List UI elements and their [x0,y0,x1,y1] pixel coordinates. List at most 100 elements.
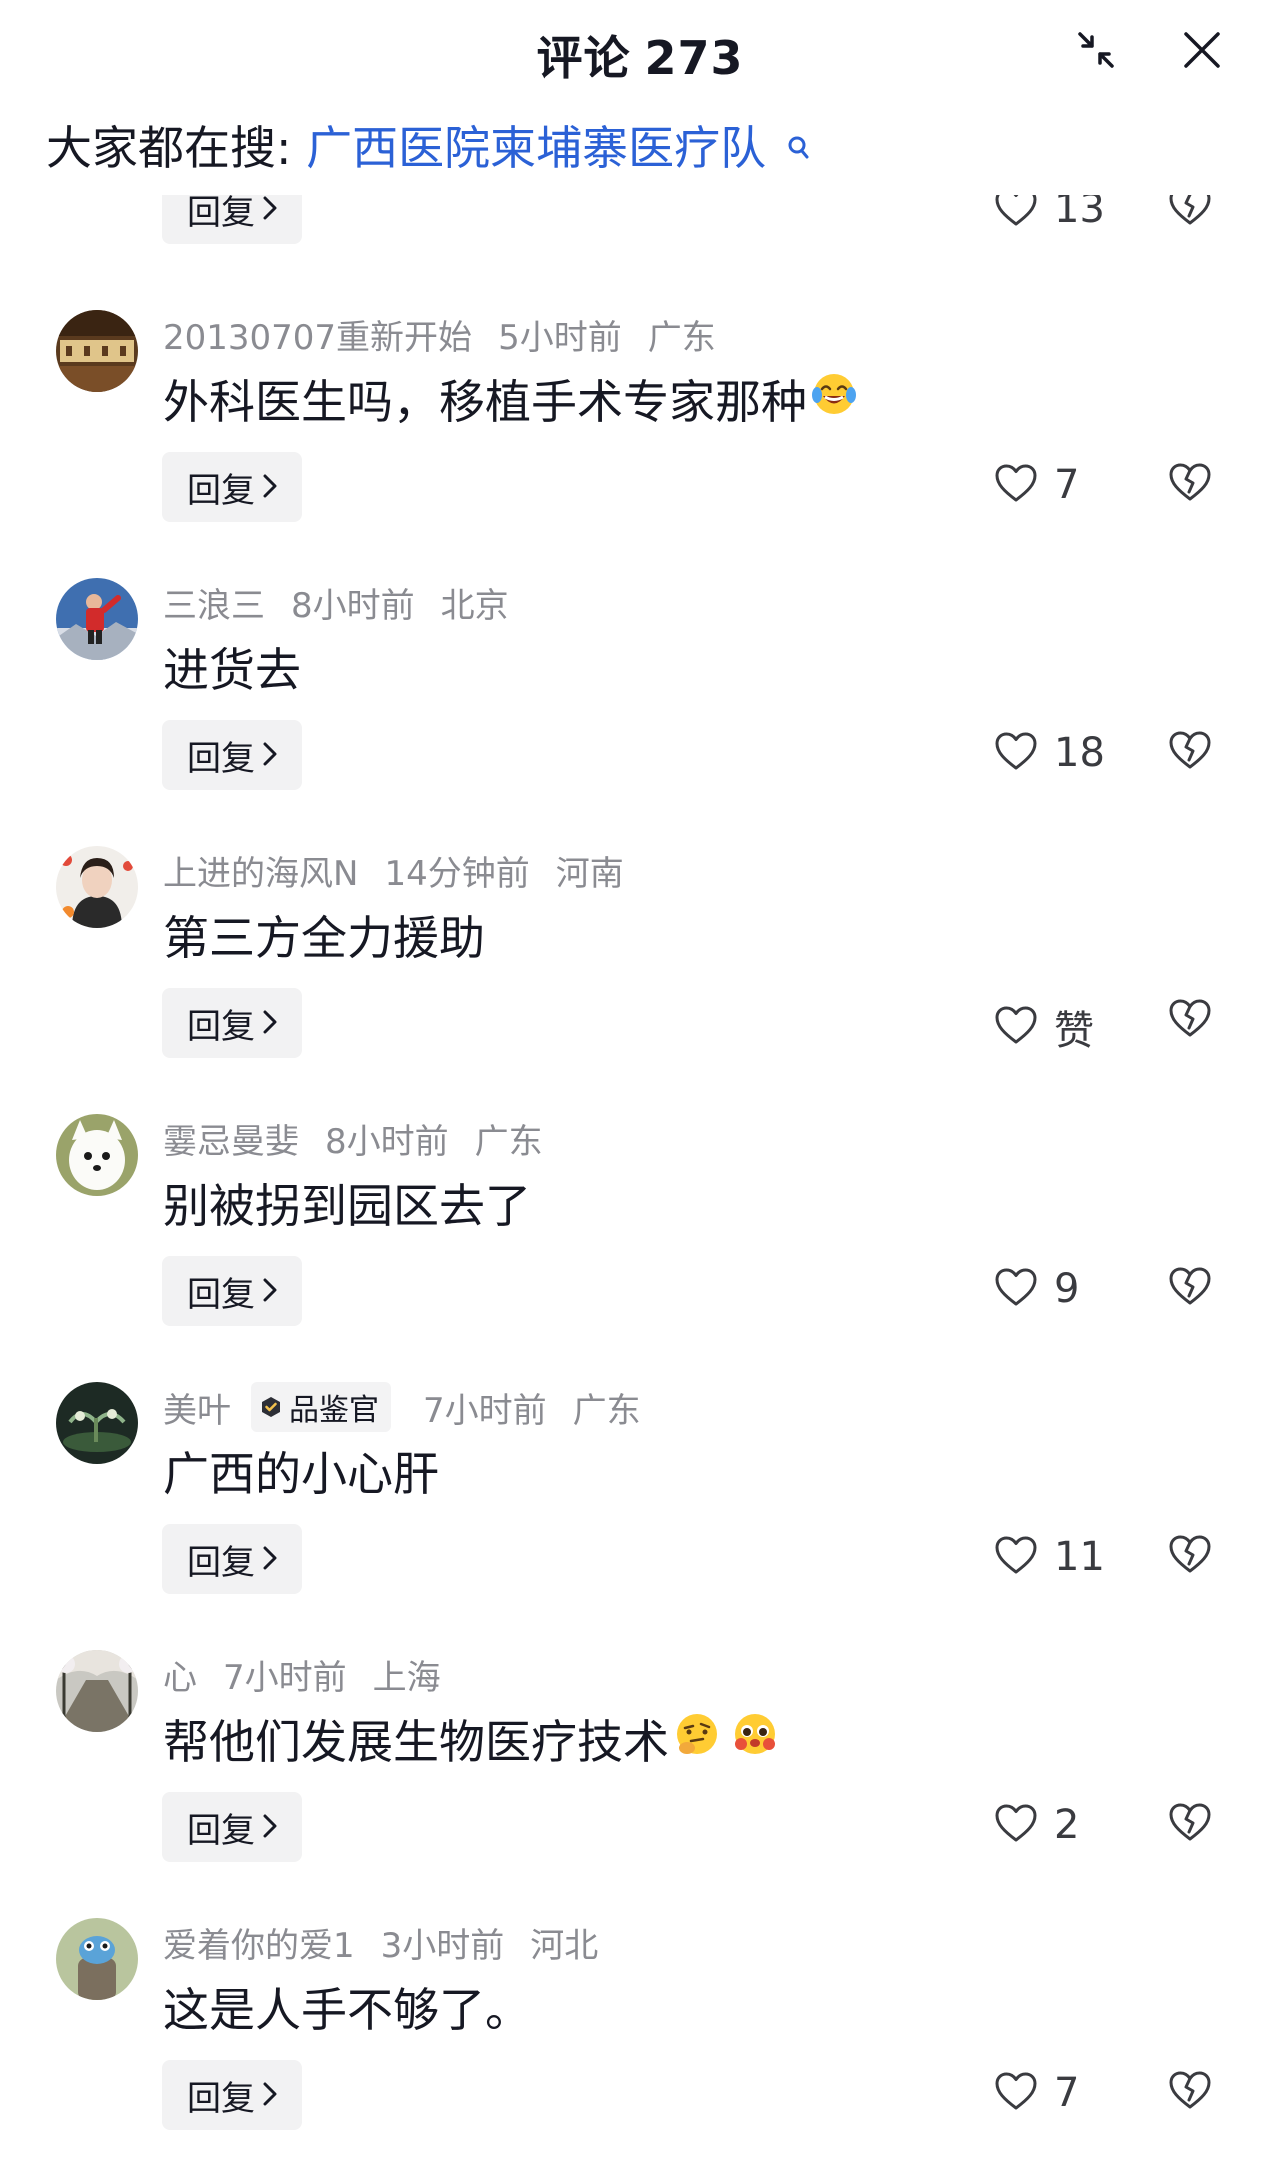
heart-icon [994,2071,1038,2115]
comment-item: 爱着你的爱1 3小时前 河北 这是人手不够了。 回复 7 [0,1898,1280,2166]
like-button[interactable]: 2 [994,1802,1079,1848]
avatar[interactable] [56,578,138,660]
comment-item: 霎忌曼婓 8小时前 广东 别被拐到园区去了 回复 9 [0,1094,1280,1362]
comment-meta: 20130707重新开始 5小时前 广东 [163,310,716,359]
username[interactable]: 霎忌曼婓 [163,1114,299,1163]
timestamp: 3小时前 [380,1926,505,1966]
comment-body: 第三方全力援助 [163,911,485,965]
heart-icon [994,1005,1038,1049]
reply-button[interactable]: 回复 [162,452,302,522]
avatar[interactable] [56,1650,138,1732]
like-button[interactable]: 11 [994,1534,1105,1580]
search-suggestion-label: 大家都在搜: [46,121,292,175]
comment-meta: 霎忌曼婓 8小时前 广东 [163,1114,543,1163]
avatar[interactable] [56,846,138,928]
comment-meta: 三浪三 8小时前 北京 [163,578,509,627]
thinking-face-emoji-icon [673,1710,721,1769]
reply-button[interactable]: 回复 [162,2060,302,2130]
dislike-button[interactable] [1168,1534,1212,1578]
dislike-button[interactable] [1168,998,1212,1042]
broken-heart-icon [1168,463,1212,506]
timestamp: 7小时前 [423,1390,547,1431]
like-button[interactable]: 9 [994,1266,1079,1312]
taster-badge[interactable]: 品鉴官 [251,1382,391,1432]
reply-button[interactable]: 回复 [162,720,302,790]
like-button[interactable]: 18 [994,730,1105,776]
collapse-icon [1076,30,1116,70]
username[interactable]: 三浪三 [163,578,265,627]
avatar[interactable] [56,1382,138,1464]
timestamp: 8小时前 [291,586,415,626]
avatar[interactable] [56,1918,138,2000]
broken-heart-icon [1168,731,1212,774]
reply-label: 回复 [187,1542,255,1583]
comment-item: 美叶 品鉴官 7小时前 广东 广西的小心肝 回复 11 [0,1362,1280,1630]
dislike-button[interactable] [1168,462,1212,506]
username[interactable]: 心 [163,1650,197,1699]
broken-heart-icon [1168,2071,1212,2114]
like-button[interactable]: 赞 [994,998,1094,1056]
comments-header: 评论 273 [0,0,1280,110]
badge-icon [262,1397,280,1417]
username[interactable]: 爱着你的爱1 [163,1918,355,1967]
timestamp: 7小时前 [223,1658,347,1698]
reply-label: 回复 [187,2078,255,2119]
laughing-tears-emoji-icon [811,371,857,428]
comment-item: 心 7小时前 上海 帮他们发展生物医疗技术 回复 2 [0,1630,1280,1898]
chevron-right-icon [263,1807,277,1847]
comment-body: 别被拐到园区去了 [163,1179,531,1233]
reply-label: 回复 [187,470,255,511]
location: 河南 [555,854,624,894]
reply-button[interactable]: 回复 [162,1256,302,1326]
title-text: 评论 [536,31,631,85]
location: 广东 [572,1390,641,1431]
avatar[interactable] [56,1114,138,1196]
comment-body: 这是人手不够了。 [163,1983,531,2037]
like-button[interactable]: 7 [994,462,1079,508]
location: 北京 [440,586,509,626]
close-button[interactable] [1174,22,1230,78]
location: 上海 [372,1658,441,1698]
collapse-button[interactable] [1068,22,1124,78]
broken-heart-icon [1168,1535,1212,1578]
reply-label: 回复 [187,1274,255,1315]
username[interactable]: 上进的海风N [163,846,358,895]
comment-body: 广西的小心肝 [163,1447,439,1501]
comment-item: 上进的海风N 14分钟前 河南 第三方全力援助 回复 赞 [0,826,1280,1094]
like-count: 赞 [1054,1008,1094,1054]
heart-icon [994,1535,1038,1579]
broken-heart-icon [1168,1803,1212,1846]
search-icon [787,118,809,172]
username[interactable]: 美叶 [163,1383,231,1432]
dislike-button[interactable] [1168,1802,1212,1846]
like-count: 11 [1054,1534,1105,1580]
search-suggestion-link[interactable]: 广西医院柬埔寨医疗队 [306,121,766,175]
comment-meta: 美叶 品鉴官 7小时前 广东 [163,1382,641,1432]
comment-meta: 爱着你的爱1 3小时前 河北 [163,1918,598,1967]
reply-button[interactable]: 回复 [162,988,302,1058]
location: 河北 [530,1926,599,1966]
chevron-right-icon [263,735,277,775]
comment-meta: 上进的海风N 14分钟前 河南 [163,846,624,895]
avatar[interactable] [56,310,138,392]
chevron-right-icon [263,189,277,229]
comment-text: 别被拐到园区去了 [163,1170,531,1236]
chevron-right-icon [263,467,277,507]
dislike-button[interactable] [1168,730,1212,774]
timestamp: 14分钟前 [384,854,530,894]
comment-item: 三浪三 8小时前 北京 进货去 回复 18 [0,558,1280,826]
like-button[interactable]: 7 [994,2070,1079,2116]
like-count: 2 [1054,1802,1080,1848]
username[interactable]: 20130707重新开始 [163,310,472,359]
heart-icon [994,1267,1038,1311]
reply-button[interactable]: 回复 [162,1792,302,1862]
dislike-button[interactable] [1168,1266,1212,1310]
reply-label: 回复 [187,738,255,779]
dislike-button[interactable] [1168,2070,1212,2114]
reply-button[interactable]: 回复 [162,1524,302,1594]
like-count: 7 [1054,462,1080,508]
broken-heart-icon [1168,1267,1212,1310]
comment-text: 帮他们发展生物医疗技术 [163,1706,779,1772]
comment-body: 外科医生吗，移植手术专家那种 [163,375,807,429]
search-suggestion: 大家都在搜: 广西医院柬埔寨医疗队 [46,112,809,178]
